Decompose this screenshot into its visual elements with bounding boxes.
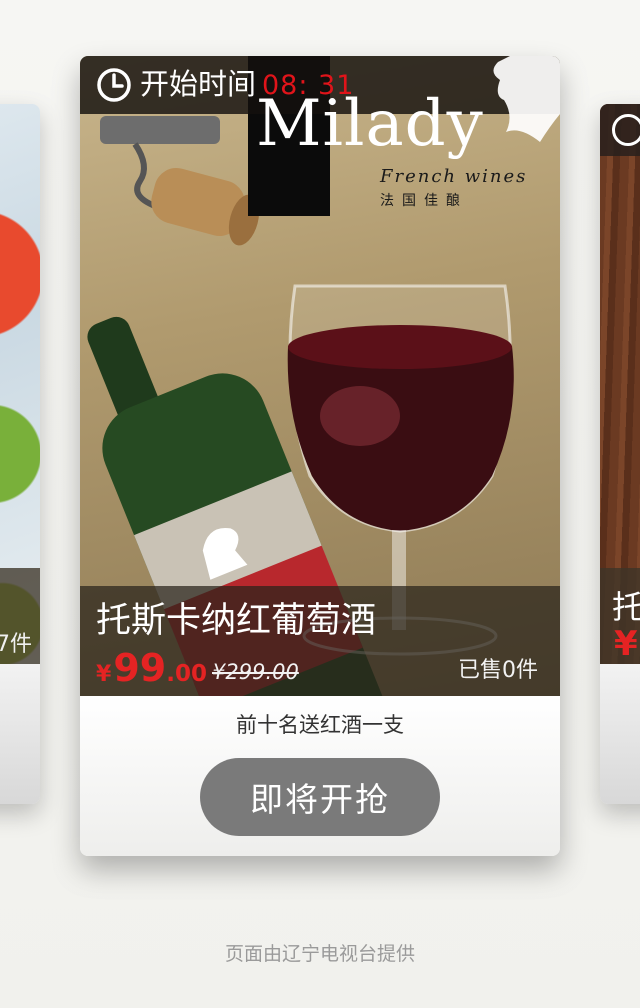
- product-card-current[interactable]: 开始时间 08: 31 Milady French wines 法国佳酿 托斯卡…: [80, 56, 560, 856]
- corkscrew: [100, 116, 220, 144]
- brand-logo: Milady: [256, 87, 484, 161]
- woman-silhouette-icon: [493, 56, 560, 142]
- brand-subtitle: French wines: [380, 166, 528, 187]
- current-price: ¥ 99 .00: [96, 644, 207, 692]
- price-integer: 99: [113, 646, 167, 690]
- header-bar: [600, 104, 640, 156]
- coming-soon-button[interactable]: 即将开抢: [200, 758, 440, 836]
- sold-count: 已售0件: [458, 658, 538, 683]
- price-symbol: ¥: [614, 624, 638, 664]
- clock-icon: [612, 114, 640, 146]
- brand-subtitle-cn: 法国佳酿: [380, 193, 468, 209]
- price-decimal: .00: [166, 661, 207, 687]
- card-bottom: [600, 664, 640, 804]
- product-title: 托斯卡纳红葡萄酒: [96, 601, 377, 641]
- sold-count: 7件: [0, 632, 32, 657]
- footer-credit: 页面由辽宁电视台提供: [224, 943, 415, 965]
- promo-text: 前十名送红酒一支: [236, 713, 404, 737]
- start-time-label: 开始时间: [140, 67, 257, 101]
- product-title: 托: [612, 588, 640, 626]
- product-card-next[interactable]: 托 ¥: [600, 104, 640, 804]
- viewport: 7件 托 ¥ 开始时间 08: 31 Milady French wines 法…: [0, 0, 640, 1008]
- product-card-previous[interactable]: 7件: [0, 104, 40, 804]
- clock-icon: [97, 68, 131, 102]
- price-symbol: ¥: [96, 662, 112, 687]
- original-price: ¥299.00: [212, 660, 299, 684]
- card-bottom: [0, 664, 40, 804]
